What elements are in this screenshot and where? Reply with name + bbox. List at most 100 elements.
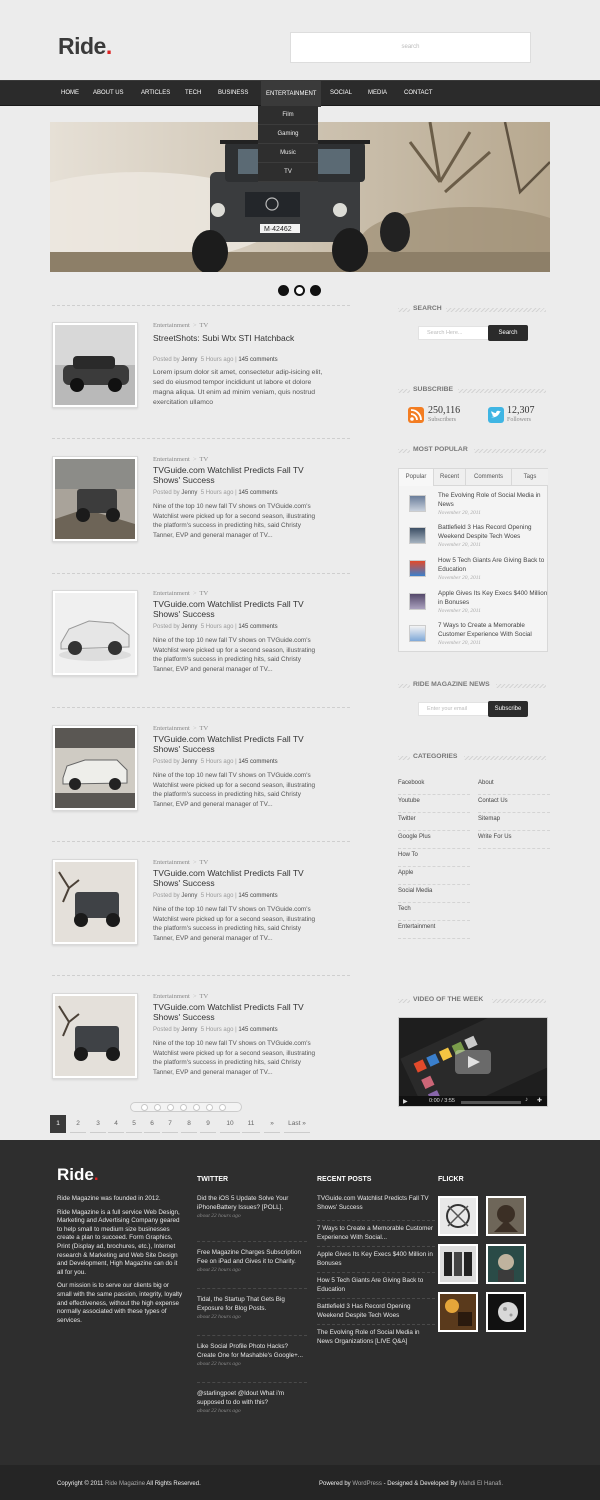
recent-post-link[interactable]: Apple Gives Its Key Execs $400 Million i…: [317, 1247, 435, 1273]
recent-post-link[interactable]: The Evolving Role of Social Media in New…: [317, 1325, 435, 1351]
page-1[interactable]: 1: [50, 1115, 66, 1133]
nav-media[interactable]: MEDIA: [368, 90, 387, 96]
post-comments[interactable]: 145 comments: [238, 759, 277, 765]
link-sitemap[interactable]: Sitemap: [478, 813, 550, 831]
tab-tags[interactable]: Tags: [512, 469, 548, 486]
popular-item-title[interactable]: 7 Ways to Create a Memorable Customer Ex…: [438, 622, 548, 639]
post-thumbnail[interactable]: [52, 725, 138, 811]
link-contact-us[interactable]: Contact Us: [478, 795, 550, 813]
volume-icon[interactable]: ♪: [525, 1097, 528, 1103]
page-11[interactable]: 11: [242, 1115, 260, 1133]
post-thumbnail[interactable]: [52, 322, 138, 408]
post-author[interactable]: Jenny: [181, 759, 197, 765]
popular-item-title[interactable]: Battlefield 3 Has Record Opening Weekend…: [438, 524, 548, 541]
post-thumbnail[interactable]: [52, 993, 138, 1079]
recent-post-link[interactable]: TVGuide.com Watchlist Predicts Fall TV S…: [317, 1195, 435, 1221]
nav-about-us[interactable]: ABOUT US: [93, 90, 124, 96]
nav-articles[interactable]: ARTICLES: [141, 90, 170, 96]
category-link[interactable]: Entertainment: [153, 725, 190, 732]
recent-post-link[interactable]: Battlefield 3 Has Record Opening Weekend…: [317, 1299, 435, 1325]
popular-item[interactable]: Apple Gives Its Key Execs $400 Million i…: [407, 590, 548, 620]
popular-item[interactable]: How 5 Tech Giants Are Giving Back to Edu…: [407, 557, 545, 587]
subcategory-link[interactable]: TV: [200, 993, 209, 1000]
flickr-photo[interactable]: [486, 1196, 526, 1236]
category-facebook[interactable]: Facebook: [398, 777, 470, 795]
next-page[interactable]: »: [264, 1115, 280, 1133]
link-write-for-us[interactable]: Write For Us: [478, 831, 550, 849]
page-7[interactable]: 7: [162, 1115, 178, 1133]
nav-social[interactable]: SOCIAL: [330, 90, 352, 96]
post-author[interactable]: Jenny: [181, 624, 197, 630]
dropdown-item-tv[interactable]: TV: [258, 163, 318, 182]
popular-item[interactable]: Battlefield 3 Has Record Opening Weekend…: [407, 524, 545, 554]
dropdown-item-gaming[interactable]: Gaming: [258, 125, 318, 144]
flickr-photo[interactable]: [438, 1196, 478, 1236]
subcategory-link[interactable]: TV: [200, 590, 209, 597]
link-about[interactable]: About: [478, 777, 550, 795]
nav-business[interactable]: BUSINESS: [218, 90, 248, 96]
nav-home[interactable]: HOME: [61, 90, 79, 96]
carousel-scroller[interactable]: [130, 1102, 242, 1112]
tab-popular[interactable]: Popular: [399, 469, 434, 486]
page-5[interactable]: 5: [126, 1115, 142, 1133]
post-comments[interactable]: 145 comments: [238, 490, 277, 496]
category-apple[interactable]: Apple: [398, 867, 470, 885]
post-comments[interactable]: 145 comments: [238, 357, 277, 363]
play-icon[interactable]: ▶: [403, 1098, 408, 1105]
post-title[interactable]: TVGuide.com Watchlist Predicts Fall TV S…: [153, 868, 323, 888]
popular-item-title[interactable]: Apple Gives Its Key Execs $400 Million i…: [438, 590, 548, 607]
category-link[interactable]: Entertainment: [153, 456, 190, 463]
slider-dot-3[interactable]: [310, 285, 321, 296]
category-link[interactable]: Entertainment: [153, 322, 190, 329]
flickr-photo[interactable]: [486, 1292, 526, 1332]
nav-entertainment[interactable]: ENTERTAINMENT: [261, 81, 322, 107]
flickr-photo[interactable]: [438, 1244, 478, 1284]
post-author[interactable]: Jenny: [181, 893, 197, 899]
subcategory-link[interactable]: TV: [200, 725, 209, 732]
post-thumbnail[interactable]: [52, 590, 138, 676]
subcategory-link[interactable]: TV: [200, 456, 209, 463]
category-tech[interactable]: Tech: [398, 903, 470, 921]
post-author[interactable]: Jenny: [181, 490, 197, 496]
subcategory-link[interactable]: TV: [200, 859, 209, 866]
popular-item-title[interactable]: How 5 Tech Giants Are Giving Back to Edu…: [438, 557, 548, 574]
post-title[interactable]: TVGuide.com Watchlist Predicts Fall TV S…: [153, 1002, 323, 1022]
category-entertainment[interactable]: Entertainment: [398, 921, 470, 939]
category-link[interactable]: Entertainment: [153, 859, 190, 866]
post-thumbnail[interactable]: [52, 859, 138, 945]
video-player[interactable]: ▶ 0:00 / 3:55 ♪ ✚: [398, 1017, 548, 1107]
newsletter-email-input[interactable]: Enter your email: [418, 702, 489, 716]
post-comments[interactable]: 145 comments: [238, 624, 277, 630]
category-social-media[interactable]: Social Media: [398, 885, 470, 903]
post-title[interactable]: StreetShots: Subi Wtx STI Hatchback: [153, 333, 323, 344]
slider-dot-1[interactable]: [278, 285, 289, 296]
popular-item[interactable]: The Evolving Role of Social Media in New…: [407, 492, 545, 522]
footer-logo[interactable]: Ride.: [57, 1165, 99, 1185]
copyright-link[interactable]: Ride Magazine: [105, 1481, 145, 1487]
page-10[interactable]: 10: [220, 1115, 240, 1133]
sidebar-search-button[interactable]: Search: [488, 325, 528, 341]
header-search-input[interactable]: search: [290, 32, 531, 63]
category-google-plus[interactable]: Google Plus: [398, 831, 470, 849]
post-comments[interactable]: 145 comments: [238, 1027, 277, 1033]
slider-dot-2[interactable]: [294, 285, 305, 296]
flickr-photo[interactable]: [438, 1292, 478, 1332]
category-link[interactable]: Entertainment: [153, 993, 190, 1000]
page-3[interactable]: 3: [90, 1115, 106, 1133]
twitter-bird-icon[interactable]: [488, 407, 504, 423]
site-logo[interactable]: Ride.: [58, 33, 112, 60]
author-link[interactable]: Mahdi El Hanafi.: [459, 1481, 503, 1487]
post-author[interactable]: Jenny: [181, 1027, 197, 1033]
recent-post-link[interactable]: How 5 Tech Giants Are Giving Back to Edu…: [317, 1273, 435, 1299]
tweet-text[interactable]: Like Social Profile Photo Hacks? Create …: [197, 1343, 307, 1360]
page-9[interactable]: 9: [200, 1115, 216, 1133]
nav-tech[interactable]: TECH: [185, 90, 201, 96]
post-title[interactable]: TVGuide.com Watchlist Predicts Fall TV S…: [153, 734, 323, 754]
page-2[interactable]: 2: [70, 1115, 86, 1133]
page-8[interactable]: 8: [181, 1115, 197, 1133]
tab-recent[interactable]: Recent: [434, 469, 466, 486]
dropdown-item-music[interactable]: Music: [258, 144, 318, 163]
post-title[interactable]: TVGuide.com Watchlist Predicts Fall TV S…: [153, 465, 323, 485]
dropdown-item-film[interactable]: Film: [258, 106, 318, 125]
category-youtube[interactable]: Youtube: [398, 795, 470, 813]
